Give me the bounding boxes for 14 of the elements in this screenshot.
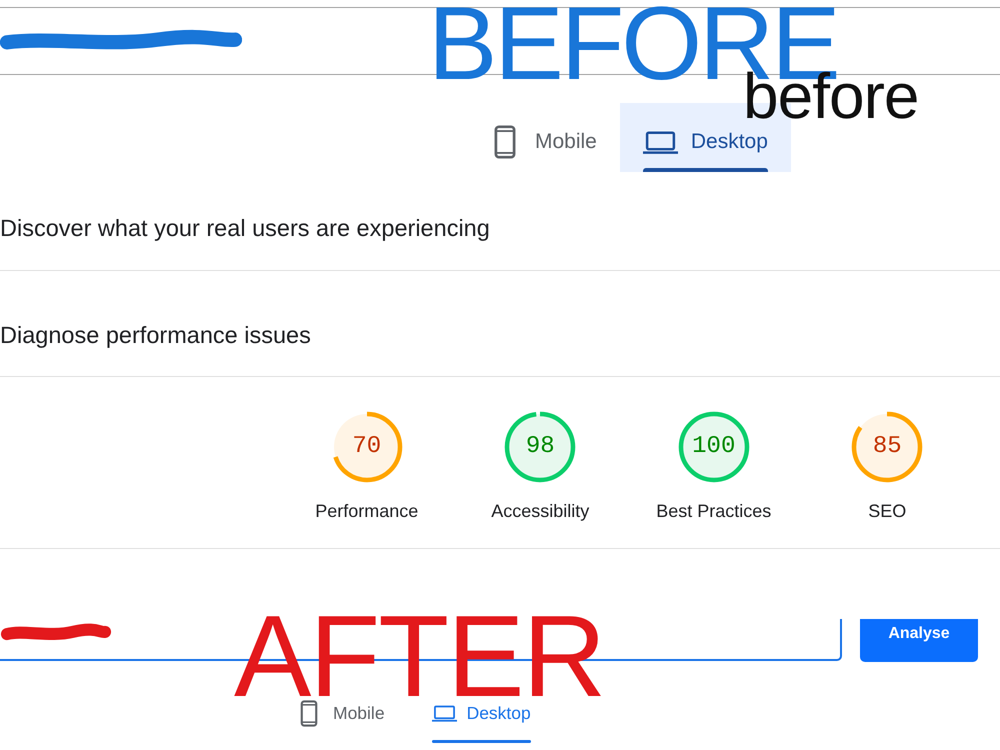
section-title: Diagnose performance issues <box>0 321 311 349</box>
phone-icon <box>494 125 516 159</box>
gauge-label: SEO <box>868 501 906 521</box>
gauge-label: Performance <box>315 501 418 521</box>
analyse-button[interactable]: Analyse <box>860 619 978 662</box>
score-value: 85 <box>872 433 902 461</box>
laptop-icon <box>642 130 678 154</box>
score-value: 98 <box>526 433 555 461</box>
gauge-label: Accessibility <box>491 501 590 521</box>
score-value: 70 <box>352 433 382 461</box>
score-value: 100 <box>692 433 736 461</box>
section-title: Discover what your real users are experiencing <box>0 214 490 242</box>
device-tab[interactable]: Mobile <box>471 103 620 172</box>
gauge-label: Best Practices <box>656 501 772 521</box>
